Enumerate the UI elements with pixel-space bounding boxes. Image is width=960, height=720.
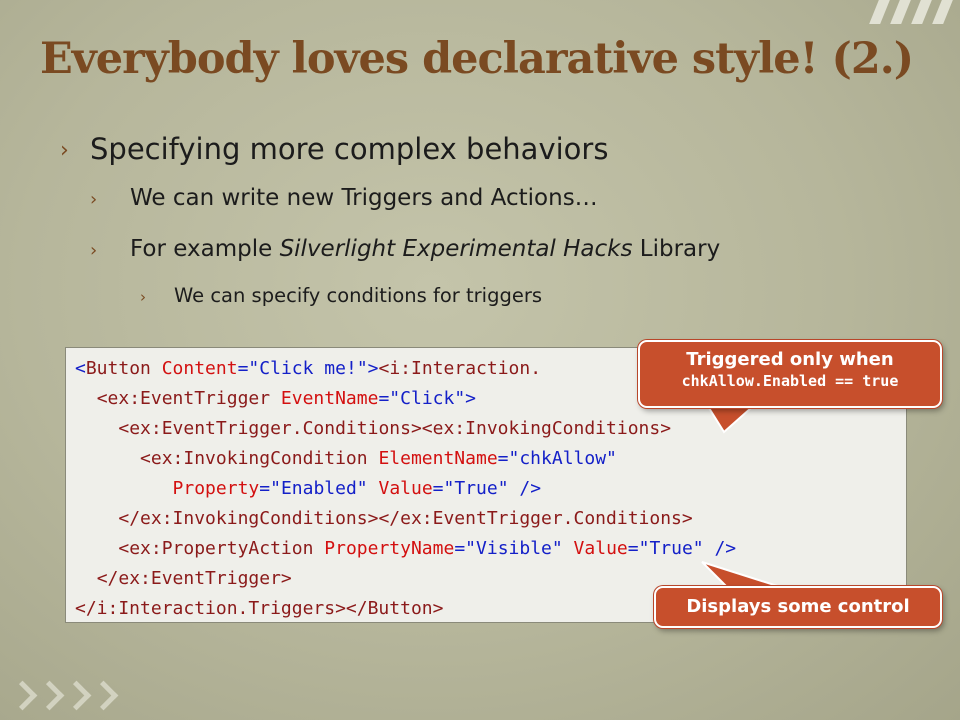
code-token: <ex:EventTrigger.Conditions><ex:Invoking… xyxy=(118,418,672,439)
callout-triggered-condition: Triggered only when chkAllow.Enabled == … xyxy=(638,340,942,408)
slide-title: Everybody loves declarative style! (2.) xyxy=(40,34,914,84)
code-token: "> xyxy=(454,388,477,409)
bullet-text: We can specify conditions for triggers xyxy=(174,284,543,307)
code-token: =" xyxy=(432,478,455,499)
code-token: <ex:EventTrigger xyxy=(96,388,271,409)
bullet-level1: › Specifying more complex behaviors xyxy=(60,132,608,166)
code-line-6: </ex:InvokingConditions></ex:EventTrigge… xyxy=(75,504,906,534)
corner-chevrons-decoration xyxy=(7,680,119,711)
corner-stripes-decoration xyxy=(869,0,953,24)
code-token: < xyxy=(75,358,86,379)
code-token: chkAllow xyxy=(519,448,607,469)
code-line-4: <ex:InvokingCondition ElementName="chkAl… xyxy=(75,444,906,474)
bullet-level2-triggers: › We can write new Triggers and Actions… xyxy=(90,185,598,211)
callout-code-text: chkAllow.Enabled == true xyxy=(681,372,899,390)
bullet-text-after: Library xyxy=(632,236,721,262)
code-token: </ex:InvokingConditions></ex:EventTrigge… xyxy=(118,508,693,529)
bullet-text: Specifying more complex behaviors xyxy=(90,132,609,166)
code-token: =" xyxy=(259,478,281,499)
code-token: " /> xyxy=(692,538,737,559)
bullet-text: For example Silverlight Experimental Hac… xyxy=(130,236,720,262)
code-token: </ex:EventTrigger> xyxy=(96,568,292,589)
code-token: Content xyxy=(150,358,238,379)
code-token: <i:Interaction. xyxy=(378,358,542,379)
code-token: <ex:InvokingCondition xyxy=(140,448,368,469)
code-token: ElementName xyxy=(367,448,498,469)
callout-text: Triggered only when xyxy=(686,349,894,370)
code-token: "> xyxy=(356,358,379,379)
code-token: =" xyxy=(378,388,401,409)
code-token: True xyxy=(649,538,693,559)
code-token: EventName xyxy=(270,388,379,409)
bullet-arrow-icon: › xyxy=(90,240,98,261)
code-token: =" xyxy=(454,538,477,559)
code-token: " xyxy=(606,448,617,469)
bullet-level2-example: › For example Silverlight Experimental H… xyxy=(90,236,720,262)
code-token: Enabled xyxy=(280,478,357,499)
bullet-text: We can write new Triggers and Actions… xyxy=(130,185,598,211)
code-token: <ex:PropertyAction xyxy=(118,538,314,559)
code-token: Value xyxy=(562,538,628,559)
code-token: Click xyxy=(400,388,455,409)
bullet-arrow-icon: › xyxy=(90,189,98,210)
code-token: Property xyxy=(172,478,260,499)
bullet-arrow-icon: › xyxy=(140,288,146,306)
code-token: Click me! xyxy=(259,358,357,379)
code-token: " xyxy=(356,478,368,499)
library-name: Silverlight Experimental Hacks xyxy=(279,236,633,262)
code-token: Button xyxy=(85,358,151,379)
code-token: </i:Interaction.Triggers></Button> xyxy=(75,598,444,619)
bullet-level3: › We can specify conditions for triggers xyxy=(140,284,542,307)
bullet-text-before: For example xyxy=(130,236,280,262)
code-token: " xyxy=(551,538,563,559)
code-token: Value xyxy=(367,478,433,499)
bullet-arrow-icon: › xyxy=(60,138,69,163)
code-token: =" xyxy=(237,358,260,379)
code-token: =" xyxy=(627,538,650,559)
code-line-5: Property="Enabled" Value="True" /> xyxy=(75,474,906,504)
code-token: " /> xyxy=(497,478,542,499)
callout-displays-control: Displays some control xyxy=(654,586,942,628)
code-token: Visible xyxy=(476,538,552,559)
code-token: PropertyName xyxy=(313,538,455,559)
code-token: True xyxy=(454,478,498,499)
code-token: =" xyxy=(497,448,520,469)
